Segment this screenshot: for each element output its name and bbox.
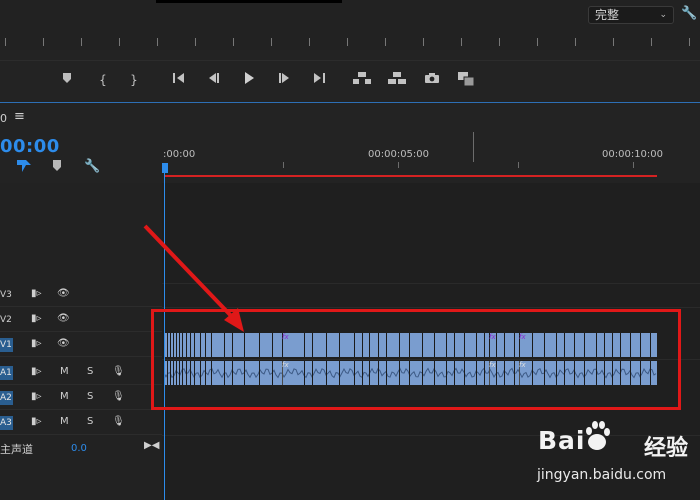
microphone-icon[interactable]: 🎙 xyxy=(112,416,125,427)
timeline-settings-wrench-icon[interactable]: 🔧 xyxy=(84,159,100,174)
premiere-window: 完整 ⌄ 🔧 { } 0 ≡ 00:00 🔧:00:00 00:00:05:0… xyxy=(0,0,700,500)
playback-resolution-select[interactable]: 完整 ⌄ xyxy=(588,6,674,24)
camera-icon[interactable] xyxy=(422,71,442,89)
track-name[interactable]: A3 xyxy=(0,416,13,430)
track-name[interactable]: V3 xyxy=(0,288,13,302)
paw-logo-icon xyxy=(586,421,610,450)
multi-camera-icon[interactable] xyxy=(456,71,476,89)
track-header-v2: V2 ▮▹ 👁 xyxy=(0,308,162,332)
master-track-header: 主声道 0.0 ▶◀ xyxy=(0,436,162,460)
solo-button[interactable]: S xyxy=(87,416,93,427)
step-forward-icon[interactable] xyxy=(274,71,294,89)
snap-icon[interactable] xyxy=(16,159,32,173)
mute-button[interactable]: M xyxy=(60,416,69,427)
track-header-a3: A3 ▮▹ M S 🎙 xyxy=(0,411,162,435)
mute-button[interactable]: M xyxy=(60,366,69,377)
eye-icon[interactable]: 👁 xyxy=(57,313,70,324)
ruler-tick xyxy=(633,162,634,168)
annotation-arrow xyxy=(143,224,244,332)
playhead-handle[interactable] xyxy=(162,163,168,173)
extract-icon[interactable] xyxy=(387,71,407,89)
film-icon[interactable]: ▮▹ xyxy=(31,288,42,299)
ruler-label-5s: 00:00:05:00 xyxy=(368,149,430,160)
track-header-v1: V1 ▮▹ 👁 xyxy=(0,333,162,357)
track-header-a2: A2 ▮▹ M S 🎙 xyxy=(0,386,162,410)
track-name[interactable]: A2 xyxy=(0,391,13,405)
ruler-tick xyxy=(518,162,519,168)
mute-button[interactable]: M xyxy=(60,391,69,402)
track-name[interactable]: A1 xyxy=(0,366,13,380)
playback-resolution-value: 完整 xyxy=(595,8,620,22)
ruler-label-start: :00:00 xyxy=(163,149,196,160)
go-to-end-icon[interactable]: ▶◀ xyxy=(144,440,159,451)
solo-button[interactable]: S xyxy=(87,391,93,402)
eye-icon[interactable]: 👁 xyxy=(57,338,70,349)
eye-icon[interactable]: 👁 xyxy=(57,288,70,299)
step-back-icon[interactable] xyxy=(204,71,224,89)
track-name[interactable]: V2 xyxy=(0,313,13,327)
track-header-v3: V3 ▮▹ 👁 xyxy=(0,283,162,307)
ruler-tick xyxy=(283,162,284,168)
track-header-a1: A1 ▮▹ M S 🎙 xyxy=(0,361,162,385)
master-track-label: 主声道 xyxy=(0,443,33,456)
program-monitor: 完整 ⌄ 🔧 xyxy=(0,0,700,50)
go-to-out-icon[interactable] xyxy=(308,71,328,89)
transport-controls: { } xyxy=(0,60,700,102)
playhead-timecode[interactable]: 00:00 xyxy=(0,136,60,157)
film-icon[interactable]: ▮▹ xyxy=(31,338,42,349)
mark-in-icon[interactable]: { xyxy=(93,71,113,89)
add-marker-icon[interactable] xyxy=(52,160,62,172)
microphone-icon[interactable]: 🎙 xyxy=(112,366,125,377)
film-icon[interactable]: ▮▹ xyxy=(31,313,42,324)
baidu-jingyan-watermark: Bai 经验 jingyan.baidu.com xyxy=(534,418,700,496)
film-icon[interactable]: ▮▹ xyxy=(31,391,42,402)
ruler-major-tick xyxy=(473,132,474,162)
time-ruler[interactable]: :00:00 00:00:05:00 00:00:10:00 xyxy=(163,132,700,178)
wrench-icon[interactable]: 🔧 xyxy=(681,6,697,21)
film-icon[interactable]: ▮▹ xyxy=(31,366,42,377)
lift-icon[interactable] xyxy=(352,71,372,89)
work-area-bar[interactable] xyxy=(165,175,657,177)
track-headers: V3 ▮▹ 👁 V2 ▮▹ 👁 V1 ▮▹ 👁 A1 ▮▹ M S 🎙 A2 ▮… xyxy=(0,183,162,500)
ruler-label-10s: 00:00:10:00 xyxy=(602,149,664,160)
panel-menu-icon[interactable]: ≡ xyxy=(14,109,25,124)
monitor-mini-ruler xyxy=(0,38,700,48)
mark-out-icon[interactable]: } xyxy=(124,71,144,89)
watermark-brand: Bai xyxy=(538,426,586,455)
film-icon[interactable]: ▮▹ xyxy=(31,416,42,427)
master-volume-value[interactable]: 0.0 xyxy=(71,443,87,454)
watermark-url: jingyan.baidu.com xyxy=(537,467,667,483)
watermark-suffix: 经验 xyxy=(644,436,689,461)
microphone-icon[interactable]: 🎙 xyxy=(112,391,125,402)
sequence-tab-label[interactable]: 0 xyxy=(0,112,7,125)
monitor-title-strip xyxy=(156,0,342,3)
add-marker-icon[interactable] xyxy=(57,71,77,89)
go-to-in-icon[interactable] xyxy=(170,71,190,89)
chevron-down-icon: ⌄ xyxy=(659,10,667,20)
solo-button[interactable]: S xyxy=(87,366,93,377)
play-icon[interactable] xyxy=(239,71,259,89)
track-name[interactable]: V1 xyxy=(0,338,13,352)
ruler-tick xyxy=(398,162,399,168)
